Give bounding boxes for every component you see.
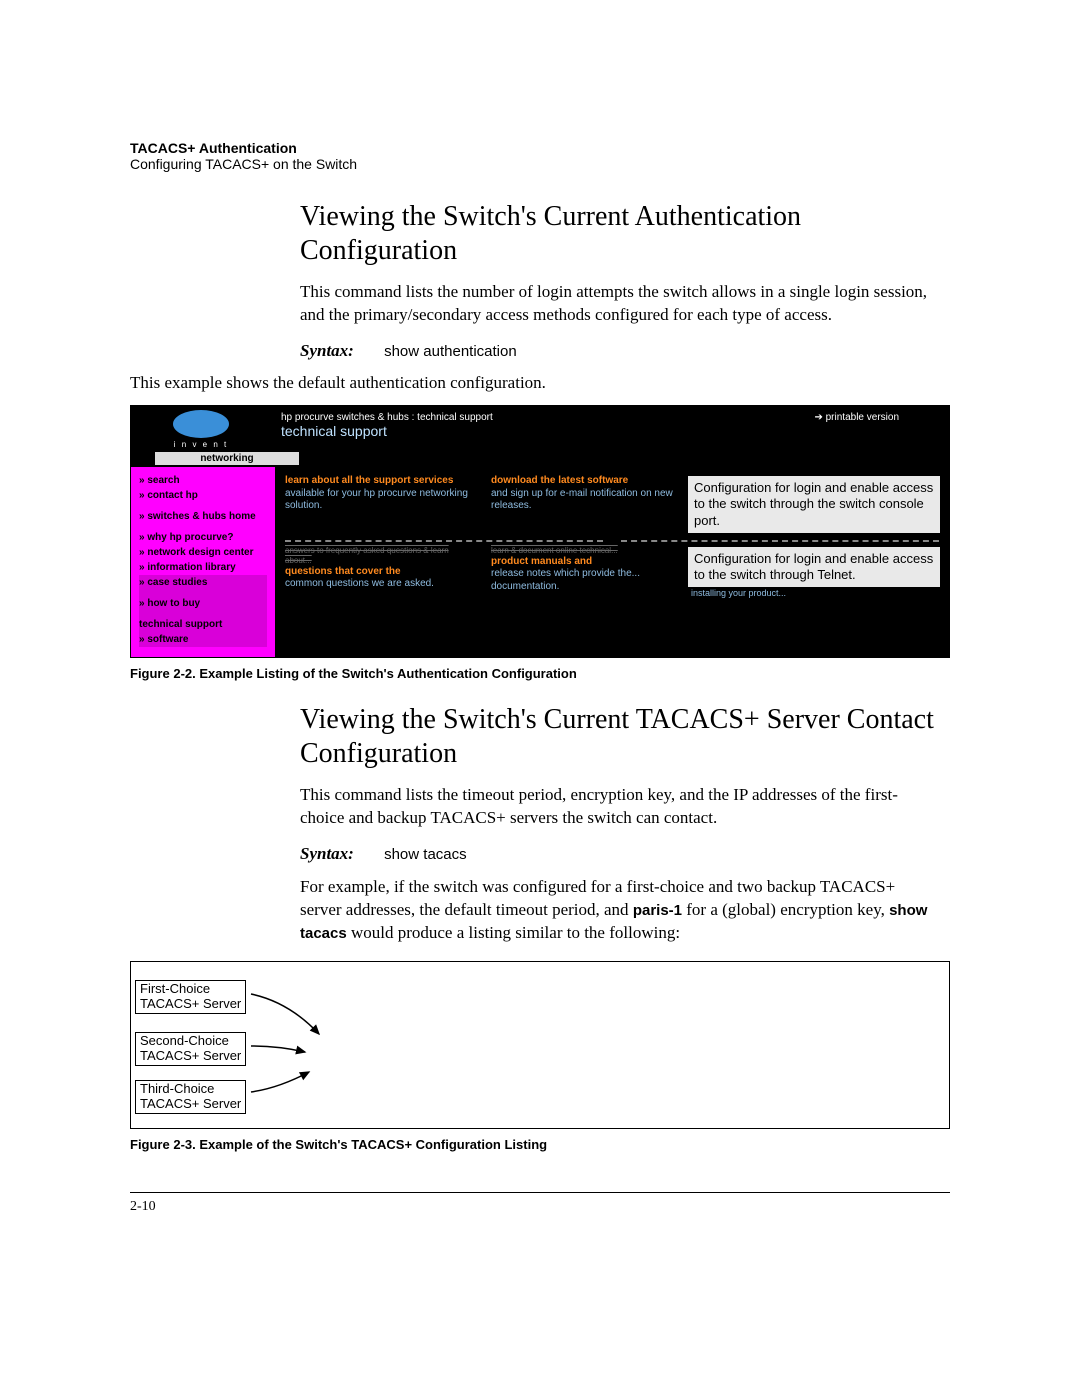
p2-part-b: for a (global) encryption key, [682,900,889,919]
syntax-line-auth: Syntax: show authentication [300,341,940,361]
figure-2-2-caption: Figure 2-2. Example Listing of the Switc… [130,666,950,681]
page-number: 2-10 [130,1199,156,1214]
figure-2-3: First-ChoiceTACACS+ Server Second-Choice… [130,961,950,1129]
sidebar-item-why[interactable]: » why hp procurve? [139,530,267,545]
syntax-cmd-auth: show authentication [384,343,517,360]
page-title: technical support [281,423,794,439]
example-intro: This example shows the default authentic… [130,373,950,393]
printable-version-link[interactable]: printable version [804,406,949,429]
page-header: TACACS+ Authentication Configuring TACAC… [130,140,950,172]
sidebar-item-library[interactable]: » information library [139,560,267,575]
sidebar-item-case[interactable]: » case studies [139,575,267,590]
callout-arrow-icon [671,546,691,606]
text-manuals: release notes which provide the... docum… [491,568,677,593]
breadcrumb: hp procurve switches & hubs : technical … [281,412,794,423]
syntax-label: Syntax: [300,844,354,863]
section2-paragraph1: This command lists the timeout period, e… [300,784,940,830]
second-choice-server-label: Second-ChoiceTACACS+ Server [135,1032,246,1066]
syntax-line-tacacs: Syntax: show tacacs [300,844,940,864]
link-support-services[interactable]: learn about all the support services [285,475,471,488]
callout-console: Configuration for login and enable acces… [687,475,941,534]
sidebar-item-design[interactable]: » network design center [139,545,267,560]
figure-2-2: i n v e n t hp procurve switches & hubs … [130,405,950,658]
link-download-software[interactable]: download the latest software [491,475,677,488]
text-support-services: available for your hp procurve networkin… [285,488,471,513]
sidebar-item-buy[interactable]: » how to buy [139,596,267,611]
text-manuals-pre: learn & document online technical... [491,546,677,556]
syntax-cmd-tacacs: show tacacs [384,846,467,863]
text-faq-pre: answers to frequently asked questions & … [285,546,471,566]
p2-part-c: would produce a listing similar to the f… [347,923,680,942]
callout-telnet: Configuration for login and enable acces… [687,546,941,589]
sidebar-item-software[interactable]: » software [139,632,267,647]
keyword-paris1: paris-1 [633,902,682,919]
section-heading-tacacs: Viewing the Switch's Current TACACS+ Ser… [300,703,940,770]
first-choice-server-label: First-ChoiceTACACS+ Server [135,980,246,1014]
sidebar-nav: » search » contact hp » switches & hubs … [131,467,275,657]
hp-logo-subtext: i n v e n t [174,440,228,449]
networking-tab[interactable]: networking [155,452,299,465]
third-choice-server-label: Third-ChoiceTACACS+ Server [135,1080,246,1114]
section1-paragraph: This command lists the number of login a… [300,281,940,327]
link-manuals[interactable]: product manuals and [491,556,677,569]
text-faq: common questions we are asked. [285,578,471,591]
server-arrows-icon [249,962,369,1130]
header-title: TACACS+ Authentication [130,140,950,156]
sidebar-item-contact[interactable]: » contact hp [139,488,267,503]
syntax-label: Syntax: [300,341,354,360]
section2-paragraph2: For example, if the switch was configure… [300,876,940,945]
header-subtitle: Configuring TACACS+ on the Switch [130,156,950,172]
figure-2-3-caption: Figure 2-3. Example of the Switch's TACA… [130,1137,950,1152]
callout-arrow-icon [671,475,691,535]
sidebar-item-home[interactable]: » switches & hubs home [139,509,267,524]
section-heading-auth: Viewing the Switch's Current Authenticat… [300,200,940,267]
sidebar-item-support[interactable]: technical support [139,617,267,632]
hp-logo: i n v e n t [131,406,271,452]
hp-logo-icon [173,410,229,438]
link-faq[interactable]: questions that cover the [285,566,471,579]
page-footer: 2-10 [130,1192,950,1215]
text-callout-under: installing your product... [687,588,949,598]
text-download-software: and sign up for e-mail notification on n… [491,488,677,513]
sidebar-item-search[interactable]: » search [139,473,267,488]
